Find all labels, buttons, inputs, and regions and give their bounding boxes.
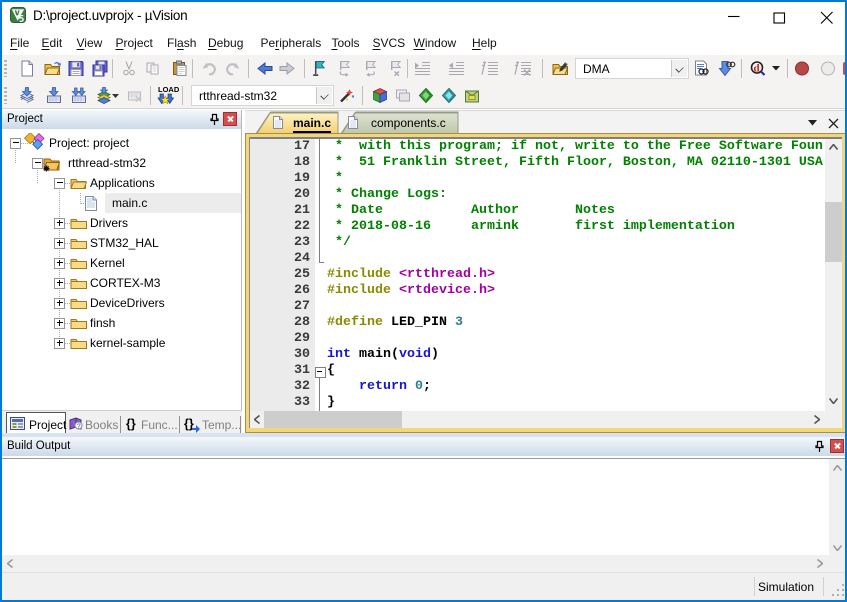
svg-text:?: ? [77, 424, 81, 431]
svg-text:d: d [754, 63, 760, 75]
svg-text:LOAD: LOAD [158, 85, 180, 94]
